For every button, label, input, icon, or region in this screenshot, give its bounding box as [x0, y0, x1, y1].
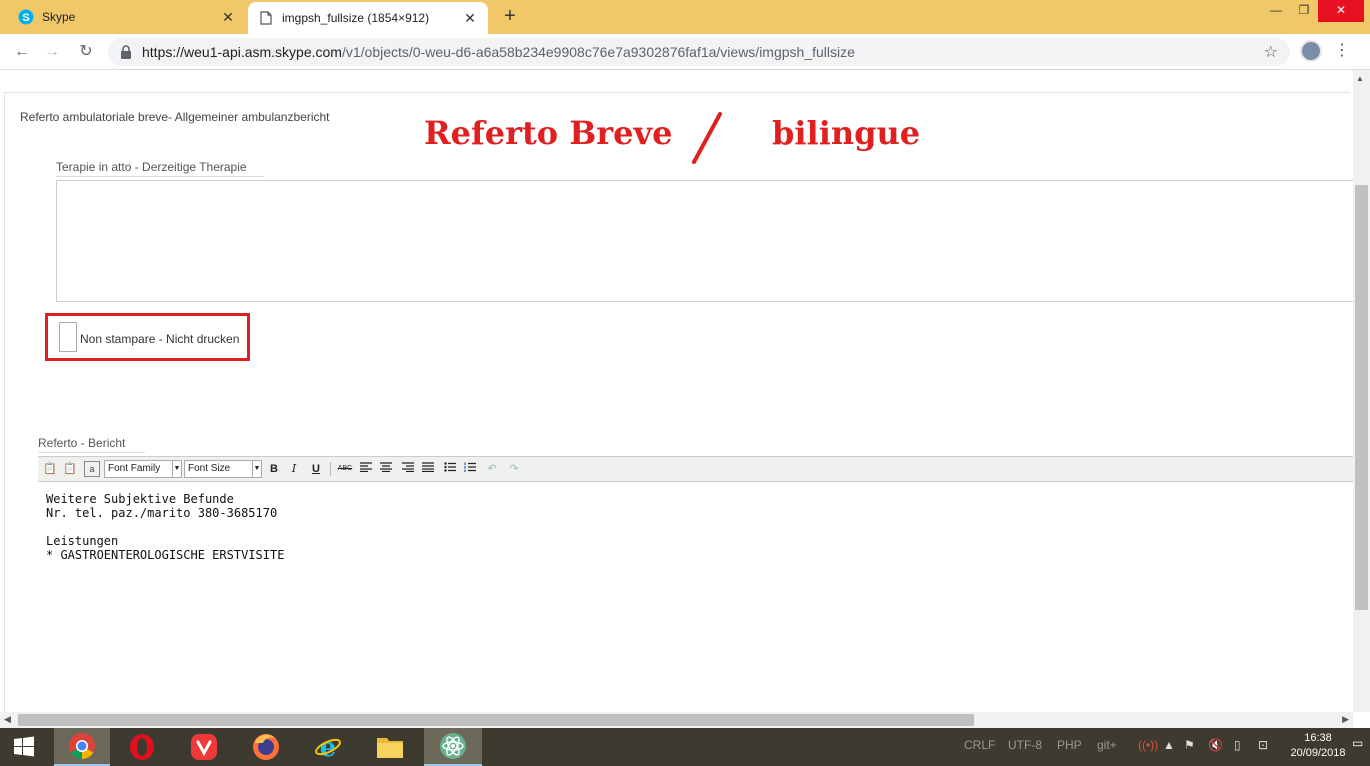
paste-word-icon[interactable]: 📋: [62, 461, 78, 477]
profile-avatar[interactable]: [1300, 40, 1322, 62]
annotation-slash: [692, 112, 722, 164]
opera-icon[interactable]: [118, 728, 166, 766]
font-size-value: Font Size: [188, 463, 231, 474]
form-heading: Referto ambulatoriale breve- Allgemeiner…: [20, 110, 330, 124]
windows-start-icon[interactable]: [0, 728, 48, 766]
font-family-select[interactable]: Font Family ▼: [104, 460, 182, 478]
strikethrough-button[interactable]: ABC: [336, 461, 354, 477]
undo-icon[interactable]: ↶: [484, 461, 500, 477]
therapy-label: Terapie in atto - Derzeitige Therapie: [56, 160, 264, 177]
chrome-icon[interactable]: [54, 728, 110, 766]
tray-line-ending[interactable]: CRLF: [964, 738, 995, 752]
scroll-right-icon[interactable]: ▶: [1342, 714, 1349, 725]
toolbar-separator: [330, 462, 331, 476]
close-icon[interactable]: ✕: [220, 9, 236, 25]
browser-toolbar: ← → ↻ https://weu1-api.asm.skype.com/v1/…: [0, 34, 1370, 70]
windows-taskbar: e CRLF UTF-8 PHP git+ ((•)) ▲ ⚑ 🔇 ▯ ⊡ 16…: [0, 728, 1370, 766]
tray-encoding[interactable]: UTF-8: [1008, 738, 1042, 752]
url-path: /v1/objects/0-weu-d6-a6a58b234e9908c76e7…: [341, 44, 855, 60]
broadcast-icon[interactable]: ((•)): [1138, 738, 1158, 752]
tab-imgpsh[interactable]: imgpsh_fullsize (1854×912) ✕: [248, 2, 488, 34]
address-bar[interactable]: https://weu1-api.asm.skype.com/v1/object…: [108, 38, 1290, 66]
report-label: Referto - Bericht: [38, 436, 145, 453]
tab-title: Skype: [42, 10, 76, 24]
svg-text:S: S: [22, 12, 29, 24]
system-clock[interactable]: 16:38 20/09/2018: [1288, 731, 1348, 761]
align-justify-icon[interactable]: [420, 461, 436, 477]
no-print-label: Non stampare - Nicht drucken: [80, 332, 240, 346]
url-text: https://weu1-api.asm.skype.com/v1/object…: [142, 44, 855, 60]
network-icon[interactable]: ⊡: [1258, 738, 1268, 752]
editor-line: Weitere Subjektive Befunde: [46, 492, 234, 506]
tray-language[interactable]: PHP: [1057, 738, 1082, 752]
no-print-highlight: Non stampare - Nicht drucken: [45, 313, 250, 361]
vertical-scrollbar[interactable]: ▲: [1353, 70, 1370, 712]
forward-arrow-icon[interactable]: →: [42, 42, 62, 62]
vivaldi-icon[interactable]: [180, 728, 228, 766]
editor-toolbar: 📋 📋 a Font Family ▼ Font Size ▼ B I U AB…: [38, 456, 1356, 482]
flag-icon[interactable]: ⚑: [1184, 738, 1195, 752]
clock-date: 20/09/2018: [1290, 747, 1346, 759]
atom-icon[interactable]: [424, 728, 482, 766]
chevron-down-icon: ▼: [252, 461, 261, 477]
redo-icon[interactable]: ↷: [506, 461, 522, 477]
align-left-icon[interactable]: [358, 461, 374, 477]
align-center-icon[interactable]: [378, 461, 394, 477]
restore-button[interactable]: ❐: [1290, 0, 1318, 22]
browser-tabstrip: S Skype ✕ imgpsh_fullsize (1854×912) ✕ +…: [0, 0, 1370, 34]
window-close-button[interactable]: ✕: [1318, 0, 1364, 22]
bold-button[interactable]: B: [266, 461, 282, 477]
scroll-up-icon[interactable]: ▲: [1356, 74, 1364, 83]
editor-line: Leistungen: [46, 534, 119, 548]
therapy-textarea[interactable]: [56, 180, 1356, 302]
document-icon: [258, 10, 274, 26]
battery-icon[interactable]: ▯: [1234, 738, 1241, 752]
underline-button[interactable]: U: [308, 461, 324, 477]
firefox-icon[interactable]: [242, 728, 290, 766]
lock-icon: [121, 45, 131, 59]
bookmark-star-icon[interactable]: ☆: [1264, 42, 1278, 62]
no-print-checkbox[interactable]: [59, 322, 77, 352]
svg-text:e: e: [320, 733, 337, 761]
back-arrow-icon[interactable]: ←: [12, 42, 32, 62]
annotation-title-left: Referto Breve: [424, 114, 673, 152]
annotation-title-right: bilingue: [772, 114, 921, 152]
notifications-icon[interactable]: ▭: [1352, 736, 1366, 756]
skype-icon: S: [18, 9, 34, 25]
horizontal-scrollbar[interactable]: ◀ ▶: [0, 712, 1353, 728]
font-family-value: Font Family: [108, 463, 161, 474]
page-viewport: Referto ambulatoriale breve- Allgemeiner…: [0, 70, 1370, 712]
minimize-button[interactable]: —: [1262, 0, 1290, 22]
align-right-icon[interactable]: [400, 461, 416, 477]
close-icon[interactable]: ✕: [462, 10, 478, 26]
rich-text-editor: 📋 📋 a Font Family ▼ Font Size ▼ B I U AB…: [38, 456, 1356, 706]
vertical-scroll-thumb[interactable]: [1355, 185, 1368, 610]
browser-menu-icon[interactable]: ⋮: [1334, 42, 1350, 62]
internet-explorer-icon[interactable]: e: [304, 728, 352, 766]
url-host: https://weu1-api.asm.skype.com: [142, 44, 342, 60]
editor-content[interactable]: Weitere Subjektive Befunde Nr. tel. paz.…: [38, 484, 1356, 706]
editor-line: Nr. tel. paz./marito 380-3685170: [46, 506, 278, 520]
volume-muted-icon[interactable]: 🔇: [1208, 738, 1223, 752]
tab-skype[interactable]: S Skype ✕: [8, 0, 246, 34]
new-tab-button[interactable]: +: [500, 6, 520, 26]
paste-text-icon[interactable]: a: [84, 461, 100, 477]
chevron-up-icon[interactable]: ▲: [1163, 738, 1175, 752]
editor-line: * GASTROENTEROLOGISCHE ERSTVISITE: [46, 548, 285, 562]
file-explorer-icon[interactable]: [366, 728, 414, 766]
horizontal-scroll-thumb[interactable]: [18, 714, 974, 726]
italic-button[interactable]: I: [286, 461, 302, 477]
tab-title: imgpsh_fullsize (1854×912): [282, 11, 430, 25]
clock-time: 16:38: [1304, 732, 1332, 744]
scroll-left-icon[interactable]: ◀: [4, 714, 11, 725]
font-size-select[interactable]: Font Size ▼: [184, 460, 262, 478]
numbered-list-icon[interactable]: [462, 461, 478, 477]
paste-icon[interactable]: 📋: [42, 461, 58, 477]
tray-git[interactable]: git+: [1097, 738, 1117, 752]
chevron-down-icon: ▼: [172, 461, 181, 477]
bullet-list-icon[interactable]: [442, 461, 458, 477]
reload-icon[interactable]: ↻: [76, 42, 96, 62]
